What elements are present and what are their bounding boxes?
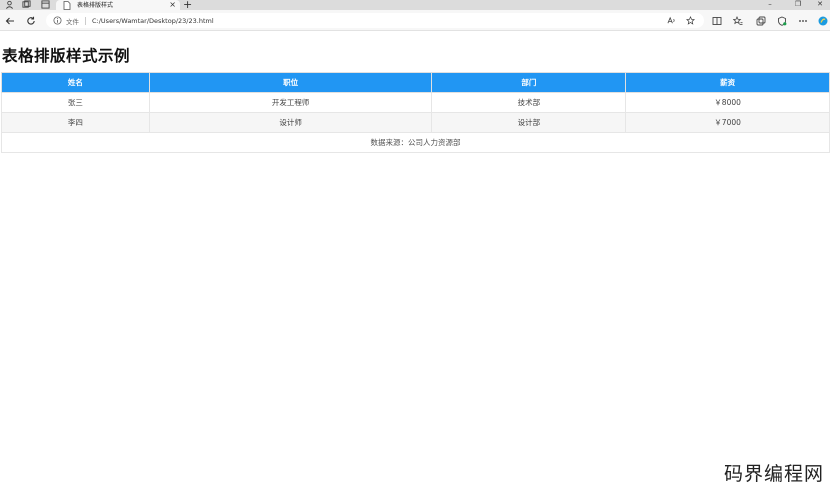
table-header-row: 姓名 职位 部门 薪资 (1, 72, 830, 93)
back-button[interactable] (3, 14, 17, 27)
more-menu-icon[interactable] (797, 15, 809, 26)
address-bar[interactable]: 文件 C:/Users/Wamtar/Desktop/23/23.html (46, 13, 704, 28)
collections-icon[interactable] (755, 15, 767, 26)
page-icon (63, 0, 71, 10)
browser-essentials-icon[interactable] (776, 15, 788, 26)
watermark: 码界编程网 (723, 463, 824, 485)
cell-name: 李四 (1, 112, 150, 133)
minimize-button[interactable]: – (760, 0, 780, 9)
browser-toolbar: 文件 C:/Users/Wamtar/Desktop/23/23.html (0, 10, 830, 31)
favorites-icon[interactable] (732, 15, 744, 26)
restore-button[interactable]: ❐ (788, 0, 808, 9)
cell-department: 设计部 (431, 112, 627, 133)
tab-actions-icon[interactable] (38, 0, 52, 9)
close-window-button[interactable]: ✕ (810, 0, 830, 9)
tab-title: 表格排版样式 (77, 1, 114, 9)
tab-active[interactable]: 表格排版样式 × (56, 0, 180, 10)
page-title: 表格排版样式示例 (2, 47, 131, 65)
cell-name: 张三 (1, 92, 150, 113)
table-footer-row: 数据来源：公司人力资源部 (1, 132, 830, 153)
header-salary: 薪资 (625, 72, 830, 93)
table-footer: 数据来源：公司人力资源部 (1, 132, 830, 153)
header-position: 职位 (148, 72, 433, 93)
staff-table: 姓名 职位 部门 薪资 张三 开发工程师 技术部 ￥8000 李四 设计师 设计… (1, 72, 830, 153)
new-tab-button[interactable]: + (183, 0, 192, 10)
workspaces-icon[interactable] (19, 0, 33, 9)
split-screen-icon[interactable] (711, 15, 723, 26)
favorite-star-icon[interactable] (684, 16, 696, 25)
cell-position: 开发工程师 (148, 92, 433, 113)
address-file-label: 文件 (66, 17, 79, 26)
info-icon[interactable] (53, 16, 62, 25)
table-row: 李四 设计师 设计部 ￥7000 (1, 112, 830, 133)
table-row: 张三 开发工程师 技术部 ￥8000 (1, 92, 830, 113)
header-department: 部门 (431, 72, 627, 93)
cell-position: 设计师 (148, 112, 433, 133)
profile-icon[interactable] (2, 0, 16, 9)
page-content: 表格排版样式示例 姓名 职位 部门 薪资 张三 开发工程师 技术部 ￥8000 … (0, 32, 830, 490)
cell-department: 技术部 (431, 92, 627, 113)
address-url[interactable]: C:/Users/Wamtar/Desktop/23/23.html (92, 17, 214, 25)
cell-salary: ￥8000 (625, 92, 830, 113)
refresh-icon (27, 16, 35, 25)
tab-close-button[interactable]: × (169, 0, 176, 9)
cell-salary: ￥7000 (625, 112, 830, 133)
address-divider (85, 16, 86, 25)
read-aloud-icon[interactable] (665, 16, 677, 25)
header-name: 姓名 (1, 72, 150, 93)
back-arrow-icon (5, 17, 14, 24)
copilot-icon[interactable] (817, 15, 829, 26)
tab-strip: 表格排版样式 × + – ❐ ✕ (0, 0, 830, 10)
refresh-button[interactable] (24, 14, 38, 27)
